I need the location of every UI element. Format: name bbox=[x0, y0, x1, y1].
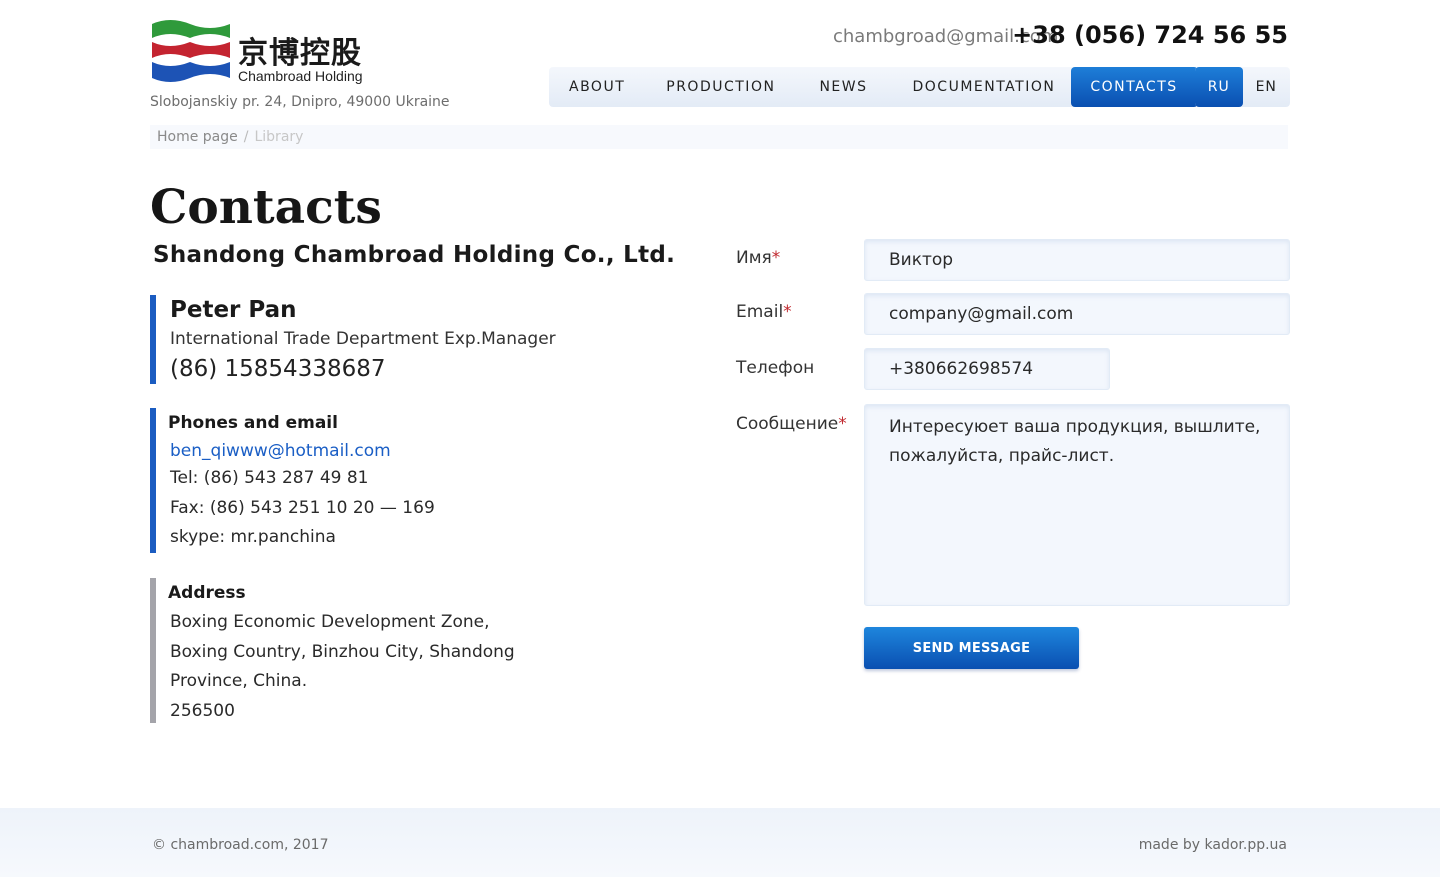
footer-copyright: © chambroad.com, 2017 bbox=[152, 837, 329, 853]
message-label-text: Сообщение bbox=[736, 414, 839, 434]
skype-line: skype: mr.panchina bbox=[170, 527, 336, 547]
address-line: Boxing Economic Development Zone, bbox=[170, 612, 490, 632]
address-postcode: 256500 bbox=[170, 700, 235, 721]
email-label-text: Email bbox=[736, 302, 784, 322]
logo-chinese-text: 京博控股 bbox=[238, 36, 362, 71]
main-nav: ABOUT PRODUCTION NEWS DOCUMENTATION CONT… bbox=[549, 67, 1198, 107]
chambroad-flag-icon bbox=[152, 20, 230, 82]
address-block: Address Boxing Economic Development Zone… bbox=[150, 578, 515, 723]
company-name: Shandong Chambroad Holding Co., Ltd. bbox=[153, 242, 676, 268]
person-role: International Trade Department Exp.Manag… bbox=[170, 329, 556, 349]
footer: © chambroad.com, 2017 made by kador.pp.u… bbox=[0, 808, 1440, 877]
person-name: Peter Pan bbox=[170, 297, 297, 323]
logo[interactable]: 京博控股 Chambroad Holding bbox=[150, 18, 380, 88]
address-line: Boxing Country, Binzhou City, Shandong bbox=[170, 641, 515, 662]
breadcrumb-current: Library bbox=[254, 129, 304, 145]
email-field[interactable]: company@gmail.com bbox=[864, 293, 1290, 335]
breadcrumb-separator: / bbox=[243, 129, 249, 145]
phones-email-block: Phones and email ben_qiwww@hotmail.com T… bbox=[150, 408, 435, 553]
phone-field[interactable]: +380662698574 bbox=[864, 348, 1110, 390]
language-switcher: RU EN bbox=[1195, 67, 1290, 107]
required-mark: * bbox=[783, 302, 792, 322]
address-line: Province, China. bbox=[170, 671, 308, 691]
name-field[interactable]: Виктор bbox=[864, 239, 1290, 281]
logo-english-text: Chambroad Holding bbox=[238, 68, 363, 84]
contact-email-link[interactable]: ben_qiwww@hotmail.com bbox=[170, 438, 435, 464]
header-address: Slobojanskiy pr. 24, Dnipro, 49000 Ukrai… bbox=[150, 94, 450, 110]
nav-item-about[interactable]: ABOUT bbox=[549, 67, 645, 107]
lang-en[interactable]: EN bbox=[1243, 67, 1291, 107]
nav-item-documentation[interactable]: DOCUMENTATION bbox=[891, 67, 1072, 107]
nav-item-contacts[interactable]: CONTACTS bbox=[1071, 67, 1198, 107]
message-textarea[interactable]: Интересуюет ваша продукция, вышлите, пож… bbox=[864, 404, 1290, 606]
breadcrumb: Home page / Library bbox=[150, 125, 1288, 149]
contact-person-block: Peter Pan International Trade Department… bbox=[150, 295, 556, 384]
person-phone: (86) 15854338687 bbox=[170, 356, 386, 382]
tel-line: Tel: (86) 543 287 49 81 bbox=[170, 468, 369, 488]
breadcrumb-home-link[interactable]: Home page bbox=[157, 129, 238, 145]
send-message-button[interactable]: SEND MESSAGE bbox=[864, 627, 1079, 669]
email-label: Email* bbox=[736, 302, 792, 322]
message-label: Сообщение* bbox=[736, 414, 847, 434]
nav-item-production[interactable]: PRODUCTION bbox=[645, 67, 797, 107]
header-phone[interactable]: +38 (056) 724 56 55 bbox=[1012, 21, 1288, 49]
phones-heading: Phones and email bbox=[168, 413, 338, 433]
phone-label: Телефон bbox=[736, 358, 815, 378]
name-label: Имя* bbox=[736, 248, 780, 268]
footer-credit-link[interactable]: made by kador.pp.ua bbox=[1139, 837, 1287, 853]
name-label-text: Имя bbox=[736, 248, 772, 268]
required-mark: * bbox=[771, 248, 781, 268]
page-title: Contacts bbox=[150, 180, 382, 235]
required-mark: * bbox=[838, 414, 847, 434]
lang-ru[interactable]: RU bbox=[1195, 67, 1243, 107]
nav-item-news[interactable]: NEWS bbox=[797, 67, 890, 107]
address-heading: Address bbox=[168, 583, 246, 603]
fax-line: Fax: (86) 543 251 10 20 — 169 bbox=[170, 497, 435, 518]
